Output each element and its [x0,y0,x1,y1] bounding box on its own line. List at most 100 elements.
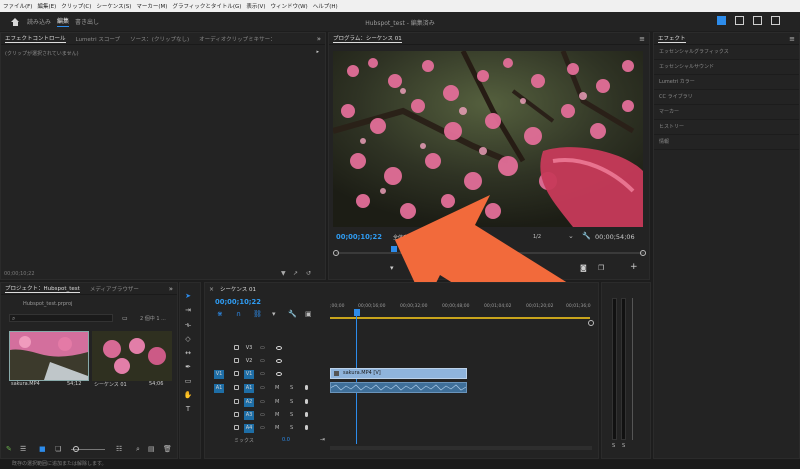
panel-item-lumetri-color[interactable]: Lumetri カラー [654,75,799,90]
track-name[interactable]: A1 [244,384,254,393]
workspace-tab-edit[interactable]: 編集 [57,16,69,27]
add-marker-timeline-icon[interactable]: ▾ [272,310,276,318]
fullscreen-icon[interactable] [771,16,780,25]
sort-icon[interactable]: ☷ [116,445,122,453]
sync-lock-icon[interactable]: ▭ [260,425,265,431]
lock-icon[interactable] [234,345,239,350]
sync-lock-icon[interactable]: ▭ [260,412,265,418]
tab-audio-clip-mixer[interactable]: オーディオクリップミキサー： [199,35,276,43]
snap-magnet-icon[interactable]: ∩ [236,310,241,318]
return-icon[interactable]: ↺ [306,270,311,277]
mic-icon[interactable] [305,412,308,417]
lock-icon[interactable] [234,358,239,363]
solo-button[interactable]: S [290,412,293,418]
type-tool-icon[interactable]: T [183,404,193,414]
solo-button[interactable]: S [290,399,293,405]
nest-icon[interactable]: ⋇ [217,310,223,318]
close-icon[interactable]: × [209,286,214,293]
video-clip[interactable]: sakura.MP4 [V] [330,368,467,379]
project-item-name[interactable]: sakura.MP4 [11,381,40,387]
mic-icon[interactable] [305,399,308,404]
export-icon[interactable]: ↗ [293,270,298,277]
work-area-bar[interactable] [330,317,590,319]
tab-source[interactable]: ソース：(クリップなし) [130,35,189,43]
solo-button[interactable]: S [290,425,293,431]
sync-lock-icon[interactable]: ▭ [260,345,265,351]
tab-lumetri-scopes[interactable]: Lumetri スコープ [76,35,121,43]
timeline-scrollbar[interactable] [330,446,592,450]
tab-program[interactable]: プログラム：シーケンス 01 [333,34,402,43]
slip-tool-icon[interactable]: ↔ [183,348,193,358]
menu-sequence[interactable]: シーケンス(S) [96,2,131,10]
program-menu-icon[interactable]: ≡ [639,35,645,43]
solo-left-button[interactable]: S [612,443,615,449]
source-patch-a1[interactable]: A1 [214,384,224,393]
new-item-icon[interactable]: ▤ [148,445,155,453]
menu-marker[interactable]: マーカー(M) [136,2,167,10]
mute-button[interactable]: M [275,385,279,391]
track-name[interactable]: A2 [244,398,254,407]
mute-button[interactable]: M [275,399,279,405]
rectangle-tool-icon[interactable]: ▭ [183,376,193,386]
share-icon[interactable] [735,16,744,25]
eye-icon[interactable] [276,372,282,376]
menu-view[interactable]: 表示(V) [246,2,265,10]
audio-clip[interactable] [330,382,467,393]
zoom-handle-left[interactable] [333,250,339,256]
freeform-view-icon[interactable]: ❏ [55,445,61,453]
captions-icon[interactable]: ▣ [305,310,312,318]
lock-icon[interactable] [234,371,239,376]
go-to-end-icon[interactable]: ⇥ [320,436,325,443]
panel-item-essential-graphics[interactable]: エッセンシャルグラフィックス [654,45,799,60]
time-ruler[interactable]: ;00;00 00;00;16;00 00;00;32;00 00;00;48;… [330,300,591,322]
add-marker-icon[interactable]: ▾ [390,264,394,272]
menu-file[interactable]: ファイル(F) [3,2,32,10]
panel-item-info[interactable]: 情報 [654,135,799,150]
menu-help[interactable]: ヘルプ(H) [313,2,338,10]
panel-item-cc-libraries[interactable]: CC ライブラリ [654,90,799,105]
workspace-tab-import[interactable]: 読み込み [27,17,51,26]
workspace-tab-export[interactable]: 書き出し [75,17,99,26]
project-item-name[interactable]: シーケンス 01 [94,381,127,388]
eye-icon[interactable] [276,359,282,363]
sync-lock-icon[interactable]: ▭ [260,358,265,364]
panel-overflow-icon[interactable]: » [317,35,321,43]
play-only-icon[interactable]: ▸ [316,49,319,55]
menu-window[interactable]: ウィンドウ(W) [270,2,307,10]
source-patch-v1[interactable]: V1 [214,370,224,379]
tab-media-browser[interactable]: メディアブラウザー [90,285,139,293]
mute-button[interactable]: M [275,412,279,418]
tab-sequence[interactable]: シーケンス 01 [220,285,256,293]
zoom-handle-right[interactable] [640,250,646,256]
list-view-icon[interactable]: ☰ [20,445,26,453]
mic-icon[interactable] [305,425,308,430]
delete-icon[interactable]: 🗑 [163,445,172,453]
project-overflow-icon[interactable]: » [169,285,173,293]
home-icon[interactable] [11,17,19,26]
zoom-slider-handle[interactable] [73,446,79,452]
timeline-playhead-handle[interactable] [354,309,360,316]
hand-tool-icon[interactable]: ✋ [183,390,193,400]
eye-icon[interactable] [276,346,282,350]
solo-button[interactable]: S [290,385,293,391]
pen-tool-icon[interactable]: ✒ [183,362,193,372]
pencil-icon[interactable]: ✎ [6,445,12,453]
track-select-tool-icon[interactable]: ⇥ [183,305,193,315]
panel-item-essential-sound[interactable]: エッセンシャルサウンド [654,60,799,75]
lock-icon[interactable] [234,385,239,390]
new-bin-icon[interactable]: ▭ [122,315,128,322]
linked-selection-icon[interactable]: ⛓ [253,310,262,318]
mic-icon[interactable] [305,385,308,390]
project-item-thumbnail[interactable] [9,331,89,381]
filter-icon[interactable]: ▼ [281,270,286,277]
lock-icon[interactable] [234,425,239,430]
track-name[interactable]: A4 [244,424,254,433]
program-playhead-timecode[interactable]: 00;00;10;22 [336,233,382,241]
lock-icon[interactable] [234,399,239,404]
panel-item-history[interactable]: ヒストリー [654,120,799,135]
solo-right-button[interactable]: S [622,443,625,449]
menu-clip[interactable]: クリップ(C) [61,2,91,10]
menu-graphics[interactable]: グラフィックとタイトル(G) [172,2,241,10]
track-name[interactable]: A3 [244,411,254,420]
workspaces-menu-icon[interactable] [753,16,762,25]
